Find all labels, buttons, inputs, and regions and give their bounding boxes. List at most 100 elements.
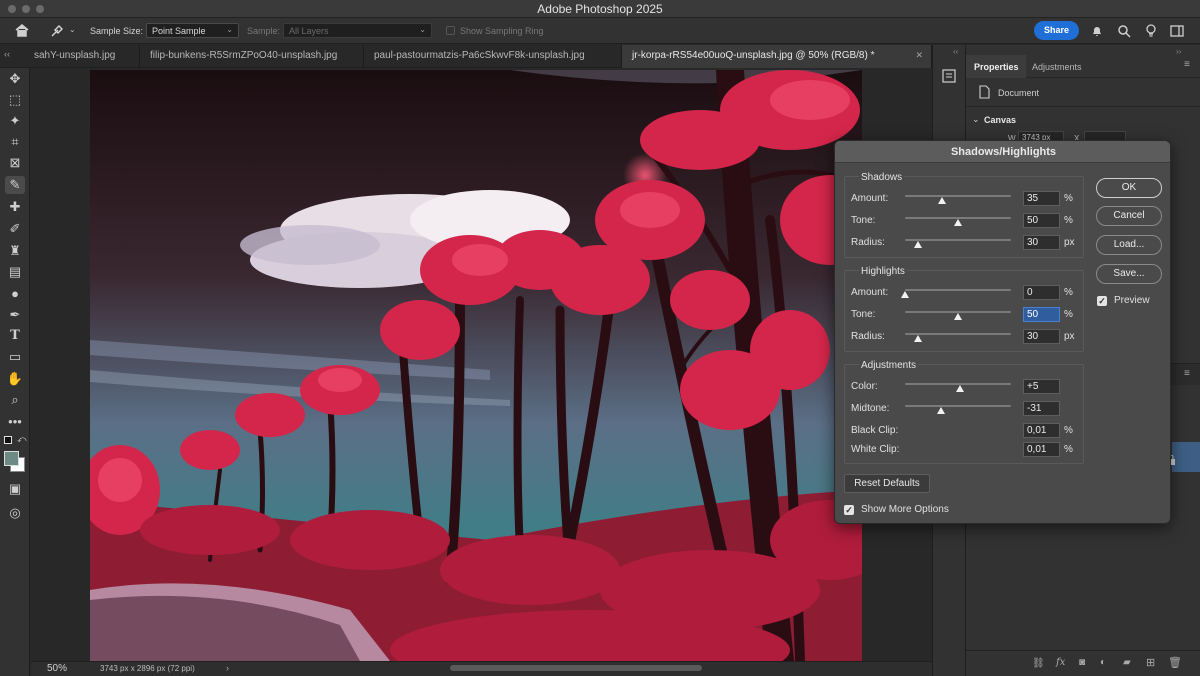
crop-tool-icon[interactable]: ⌗ <box>5 133 25 151</box>
cancel-button[interactable]: Cancel <box>1096 206 1162 226</box>
zoom-tool-icon[interactable]: ⌕ <box>5 391 25 409</box>
px-unit: px <box>1064 331 1075 342</box>
sample-select[interactable]: All Layers ⌄ <box>283 23 432 38</box>
dodge-tool-icon[interactable]: ● <box>5 285 25 303</box>
show-sampling-ring-label: Show Sampling Ring <box>460 26 544 36</box>
healing-brush-tool-icon[interactable]: ✚ <box>5 198 25 216</box>
zoom-level[interactable]: 50% <box>47 663 67 674</box>
highlights-amount-field[interactable]: 0 <box>1023 285 1060 300</box>
save-button[interactable]: Save... <box>1096 264 1162 284</box>
tab-adjustments[interactable]: Adjustments <box>1032 62 1082 72</box>
reset-defaults-button[interactable]: Reset Defaults <box>844 474 930 493</box>
tab-scroll-left-icon[interactable]: ‹‹ <box>4 49 10 59</box>
new-layer-icon[interactable]: ⊞ <box>1146 656 1155 669</box>
clone-stamp-tool-icon[interactable]: ♜ <box>5 242 25 260</box>
status-menu-chevron-icon[interactable]: › <box>226 663 229 673</box>
default-colors-icon[interactable] <box>4 436 12 444</box>
collapse-strip-icon[interactable]: ‹‹ <box>953 47 958 56</box>
highlights-tone-thumb[interactable] <box>954 313 962 320</box>
ok-button[interactable]: OK <box>1096 178 1162 198</box>
highlights-title: Highlights <box>859 266 907 277</box>
midtone-slider[interactable] <box>905 405 1011 407</box>
bell-icon[interactable] <box>1090 24 1104 38</box>
preview-checkbox[interactable]: ✓ <box>1097 296 1107 306</box>
layers-menu-icon[interactable]: ≡ <box>1184 368 1190 379</box>
canvas-section-title: Canvas <box>984 115 1017 125</box>
selected-layer-strip[interactable] <box>1172 442 1200 472</box>
group-folder-icon[interactable]: ▰ <box>1123 657 1131 668</box>
highlights-radius-field[interactable]: 30 <box>1023 329 1060 344</box>
brush-tool-icon[interactable]: ✐ <box>5 220 25 238</box>
tool-preset-chevron-icon[interactable]: ⌄ <box>69 25 76 34</box>
show-sampling-ring-checkbox[interactable] <box>446 26 455 35</box>
add-mask-icon[interactable]: ◙ <box>1079 657 1085 668</box>
eyedropper-tool-icon[interactable]: ✎ <box>5 176 25 194</box>
show-more-options-label: Show More Options <box>861 504 949 515</box>
rectangle-tool-icon[interactable]: ▭ <box>5 348 25 366</box>
shadows-amount-slider[interactable] <box>905 195 1011 197</box>
panel-menu-icon[interactable]: ≡ <box>1184 59 1190 70</box>
shadows-amount-field[interactable]: 35 <box>1023 191 1060 206</box>
color-field[interactable]: +5 <box>1023 379 1060 394</box>
screen-mode-icon[interactable]: ▣ <box>5 480 25 498</box>
title-bar: Adobe Photoshop 2025 <box>0 0 1200 18</box>
document-image[interactable] <box>90 70 862 661</box>
shadows-radius-thumb[interactable] <box>913 241 922 248</box>
pen-tool-icon[interactable]: ✒ <box>5 306 25 324</box>
search-icon[interactable] <box>1117 24 1131 38</box>
percent-unit: % <box>1064 193 1073 204</box>
shadows-tone-label: Tone: <box>851 215 876 226</box>
highlights-amount-slider[interactable] <box>905 289 1011 291</box>
sample-label: Sample: <box>247 26 281 36</box>
type-tool-icon[interactable]: T <box>5 327 25 345</box>
tab-document[interactable]: filip-bunkens-R5SrmZPoO40-unsplash.jpg <box>140 45 364 68</box>
foreground-color-swatch[interactable] <box>4 451 19 466</box>
shadows-amount-thumb[interactable] <box>938 197 947 204</box>
trash-icon[interactable]: 🗑 <box>1168 656 1182 669</box>
color-thumb[interactable] <box>956 385 965 392</box>
highlights-radius-label: Radius: <box>851 331 885 342</box>
midtone-thumb[interactable] <box>937 407 946 414</box>
adjustments-title: Adjustments <box>859 360 919 371</box>
hand-tool-icon[interactable]: ✋ <box>5 370 25 388</box>
show-more-options-checkbox[interactable]: ✓ <box>844 505 854 515</box>
swap-colors-icon[interactable]: ⤺ <box>17 434 27 445</box>
horizontal-scrollbar[interactable] <box>450 665 702 671</box>
adjustments-history-icon[interactable] <box>941 68 959 84</box>
tab-document[interactable]: paul-pastourmatzis-Pa6cSkwvF8k-unsplash.… <box>364 45 622 68</box>
black-clip-field[interactable]: 0,01 <box>1023 423 1060 438</box>
marquee-tool-icon[interactable]: ⬚ <box>5 91 25 109</box>
white-clip-field[interactable]: 0,01 <box>1023 442 1060 457</box>
midtone-field[interactable]: -31 <box>1023 401 1060 416</box>
quick-mask-icon[interactable]: ◎ <box>5 504 25 522</box>
move-tool-icon[interactable]: ✥ <box>5 70 25 88</box>
shadows-tone-field[interactable]: 50 <box>1023 213 1060 228</box>
adjustment-layer-icon[interactable]: ◐ <box>1100 657 1106 668</box>
share-button[interactable]: Share <box>1034 21 1079 40</box>
percent-unit: % <box>1064 309 1073 320</box>
tab-properties[interactable]: Properties <box>974 62 1019 72</box>
shadows-radius-field[interactable]: 30 <box>1023 235 1060 250</box>
link-layers-icon[interactable]: ⛓ <box>1032 658 1045 669</box>
tab-document-active[interactable]: jr-korpa-rRS54e00uoQ-unsplash.jpg @ 50% … <box>622 45 932 68</box>
gradient-tool-icon[interactable]: ▤ <box>5 263 25 281</box>
sample-size-select[interactable]: Point Sample ⌄ <box>146 23 239 38</box>
highlights-amount-thumb[interactable] <box>901 291 909 298</box>
home-icon[interactable] <box>14 23 30 38</box>
fx-icon[interactable]: fx <box>1056 657 1065 668</box>
shadows-tone-thumb[interactable] <box>954 219 962 226</box>
object-selection-tool-icon[interactable]: ✦ <box>5 112 25 130</box>
eyedropper-icon[interactable] <box>50 24 64 38</box>
highlights-tone-field[interactable]: 50 <box>1023 307 1060 322</box>
lightbulb-icon[interactable] <box>1144 23 1158 39</box>
tab-document[interactable]: sahY-unsplash.jpg <box>24 45 140 68</box>
highlights-radius-thumb[interactable] <box>913 335 922 342</box>
load-button[interactable]: Load... <box>1096 235 1162 255</box>
frame-tool-icon[interactable]: ⊠ <box>5 154 25 172</box>
canvas-chevron-icon[interactable]: ⌄ <box>972 114 980 125</box>
close-tab-icon[interactable]: ✕ <box>915 50 923 61</box>
black-clip-label: Black Clip: <box>851 425 899 436</box>
workspace-icon[interactable] <box>1170 24 1184 38</box>
more-tools-icon[interactable]: ••• <box>5 413 25 431</box>
divider <box>966 106 1200 107</box>
